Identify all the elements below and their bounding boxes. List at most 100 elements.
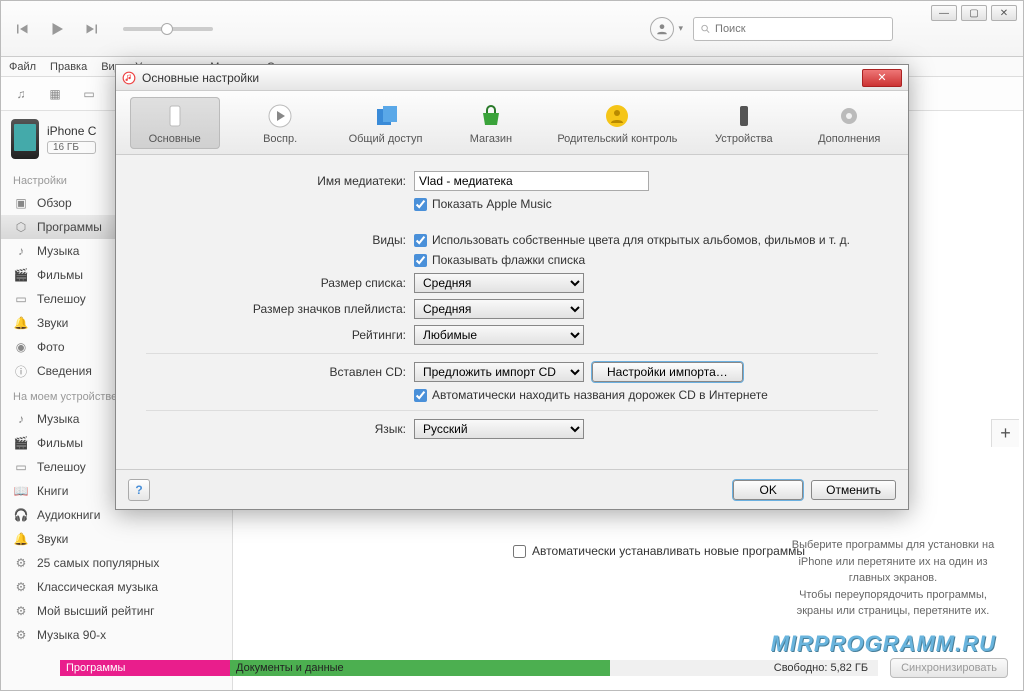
help-button[interactable]: ? xyxy=(128,479,150,501)
sidebar-item-label: Музыка 90-х xyxy=(37,628,106,642)
chevron-down-icon[interactable]: ▾ xyxy=(678,23,683,34)
language-label: Язык: xyxy=(146,422,414,436)
menu-edit[interactable]: Правка xyxy=(50,61,87,73)
parental-icon xyxy=(602,101,632,131)
sidebar-item-label: Фильмы xyxy=(37,436,83,450)
tab-label: Основные xyxy=(149,133,201,145)
search-field[interactable] xyxy=(715,23,886,35)
sidebar-item-od-popular[interactable]: ⚙ 25 самых популярных xyxy=(1,551,232,575)
toolbar: ▾ — ▢ ✕ xyxy=(1,1,1023,57)
hint-line2: Чтобы переупорядочить программы, экраны … xyxy=(797,589,990,618)
prev-track-button[interactable] xyxy=(11,17,35,41)
tab-sharing[interactable]: Общий доступ xyxy=(341,97,431,149)
tab-label: Дополнения xyxy=(818,133,880,145)
storage-bar: Программы Документы и данные Свободно: 5… xyxy=(60,657,1008,679)
library-name-label: Имя медиатеки: xyxy=(146,174,414,188)
tab-devices[interactable]: Устройства xyxy=(699,97,789,149)
tab-store[interactable]: Магазин xyxy=(446,97,536,149)
music-category-icon[interactable]: ♫ xyxy=(11,84,31,104)
device-icon xyxy=(11,119,39,159)
sidebar-item-label: Обзор xyxy=(37,196,72,210)
dialog-tabs: Основные Воспр. Общий доступ Магазин Род… xyxy=(116,91,908,155)
storage-docs-segment: Документы и данные xyxy=(230,660,610,676)
device-capacity-badge: 16 ГБ xyxy=(47,141,96,154)
search-input[interactable] xyxy=(693,17,893,41)
ratings-select[interactable]: Любимые xyxy=(414,325,584,345)
chk-label: Использовать собственные цвета для откры… xyxy=(432,233,850,247)
tab-advanced[interactable]: Дополнения xyxy=(804,97,894,149)
sidebar-item-label: Мой высший рейтинг xyxy=(37,604,154,618)
dialog-title: Основные настройки xyxy=(142,71,259,85)
sidebar-item-label: 25 самых популярных xyxy=(37,556,159,570)
tab-label: Родительский контроль xyxy=(557,133,677,145)
chk-label: Показать Apple Music xyxy=(432,197,552,211)
tv-category-icon[interactable]: ▭ xyxy=(79,84,99,104)
sidebar-item-label: Аудиокниги xyxy=(37,508,101,522)
library-name-input[interactable] xyxy=(414,171,649,191)
sidebar-item-label: Телешоу xyxy=(37,292,86,306)
own-colors-checkbox[interactable]: Использовать собственные цвета для откры… xyxy=(414,233,850,247)
sidebar-item-od-toprated[interactable]: ⚙Мой высший рейтинг xyxy=(1,599,232,623)
cancel-button[interactable]: Отменить xyxy=(811,480,896,500)
playlist-icon-size-select[interactable]: Средняя xyxy=(414,299,584,319)
volume-slider[interactable] xyxy=(123,27,213,31)
ok-button[interactable]: OK xyxy=(733,480,803,500)
sounds-icon: 🔔 xyxy=(13,531,29,547)
sidebar-item-label: Звуки xyxy=(37,316,68,330)
playlist-icon-size-label: Размер значков плейлиста: xyxy=(146,302,414,316)
sidebar-item-label: Книги xyxy=(37,484,68,498)
auto-install-check[interactable] xyxy=(513,545,526,558)
list-size-label: Размер списка: xyxy=(146,276,414,290)
tab-label: Воспр. xyxy=(263,133,297,145)
tab-general[interactable]: Основные xyxy=(130,97,220,149)
sidebar-item-label: Фото xyxy=(37,340,65,354)
tab-label: Общий доступ xyxy=(349,133,423,145)
sync-button[interactable]: Синхронизировать xyxy=(890,658,1008,678)
movies-category-icon[interactable]: ▦ xyxy=(45,84,65,104)
dialog-titlebar: Основные настройки ✕ xyxy=(116,65,908,91)
tab-playback[interactable]: Воспр. xyxy=(235,97,325,149)
tab-label: Устройства xyxy=(715,133,773,145)
sidebar-item-label: Звуки xyxy=(37,532,68,546)
maximize-button[interactable]: ▢ xyxy=(961,5,987,21)
gear-icon: ⚙ xyxy=(13,579,29,595)
language-select[interactable]: Русский xyxy=(414,419,584,439)
cd-inserted-label: Вставлен CD: xyxy=(146,365,414,379)
account-button[interactable] xyxy=(650,17,674,41)
device-name: iPhone C xyxy=(47,124,96,138)
hint-line1: Выберите программы для установки на iPho… xyxy=(792,539,994,584)
gear-icon: ⚙ xyxy=(13,555,29,571)
sidebar-item-label: Телешоу xyxy=(37,460,86,474)
storage-free-segment: Свободно: 5,82 ГБ xyxy=(610,660,878,676)
cd-action-select[interactable]: Предложить импорт CD xyxy=(414,362,584,382)
storage-apps-segment: Программы xyxy=(60,660,230,676)
show-flags-checkbox[interactable]: Показывать флажки списка xyxy=(414,253,585,267)
sidebar-item-label: Сведения xyxy=(37,364,92,378)
dialog-close-button[interactable]: ✕ xyxy=(862,69,902,87)
gear-icon: ⚙ xyxy=(13,627,29,643)
add-button[interactable]: + xyxy=(991,419,1019,447)
sidebar-item-od-sounds[interactable]: 🔔 Звуки xyxy=(1,527,232,551)
gear-icon xyxy=(834,101,864,131)
tab-label: Магазин xyxy=(470,133,512,145)
list-size-select[interactable]: Средняя xyxy=(414,273,584,293)
next-track-button[interactable] xyxy=(79,17,103,41)
menu-file[interactable]: Файл xyxy=(9,61,36,73)
dialog-footer: ? OK Отменить xyxy=(116,469,908,509)
sidebar-item-od-classical[interactable]: ⚙Классическая музыка xyxy=(1,575,232,599)
close-button[interactable]: ✕ xyxy=(991,5,1017,21)
auto-install-checkbox[interactable]: Автоматически устанавливать новые програ… xyxy=(513,544,805,558)
play-button[interactable] xyxy=(45,17,69,41)
info-icon: ⓘ xyxy=(13,363,29,379)
import-settings-button[interactable]: Настройки импорта… xyxy=(592,362,743,382)
minimize-button[interactable]: — xyxy=(931,5,957,21)
tab-parental[interactable]: Родительский контроль xyxy=(551,97,683,149)
ratings-label: Рейтинги: xyxy=(146,328,414,342)
auto-cd-lookup-checkbox[interactable]: Автоматически находить названия дорожек … xyxy=(414,388,768,402)
music-icon: ♪ xyxy=(13,411,29,427)
sidebar-item-od-90s[interactable]: ⚙ Музыка 90-х xyxy=(1,623,232,647)
chk-label: Показывать флажки списка xyxy=(432,253,585,267)
auto-install-label: Автоматически устанавливать новые програ… xyxy=(532,544,805,558)
show-apple-music-checkbox[interactable]: Показать Apple Music xyxy=(414,197,552,211)
photos-icon: ◉ xyxy=(13,339,29,355)
